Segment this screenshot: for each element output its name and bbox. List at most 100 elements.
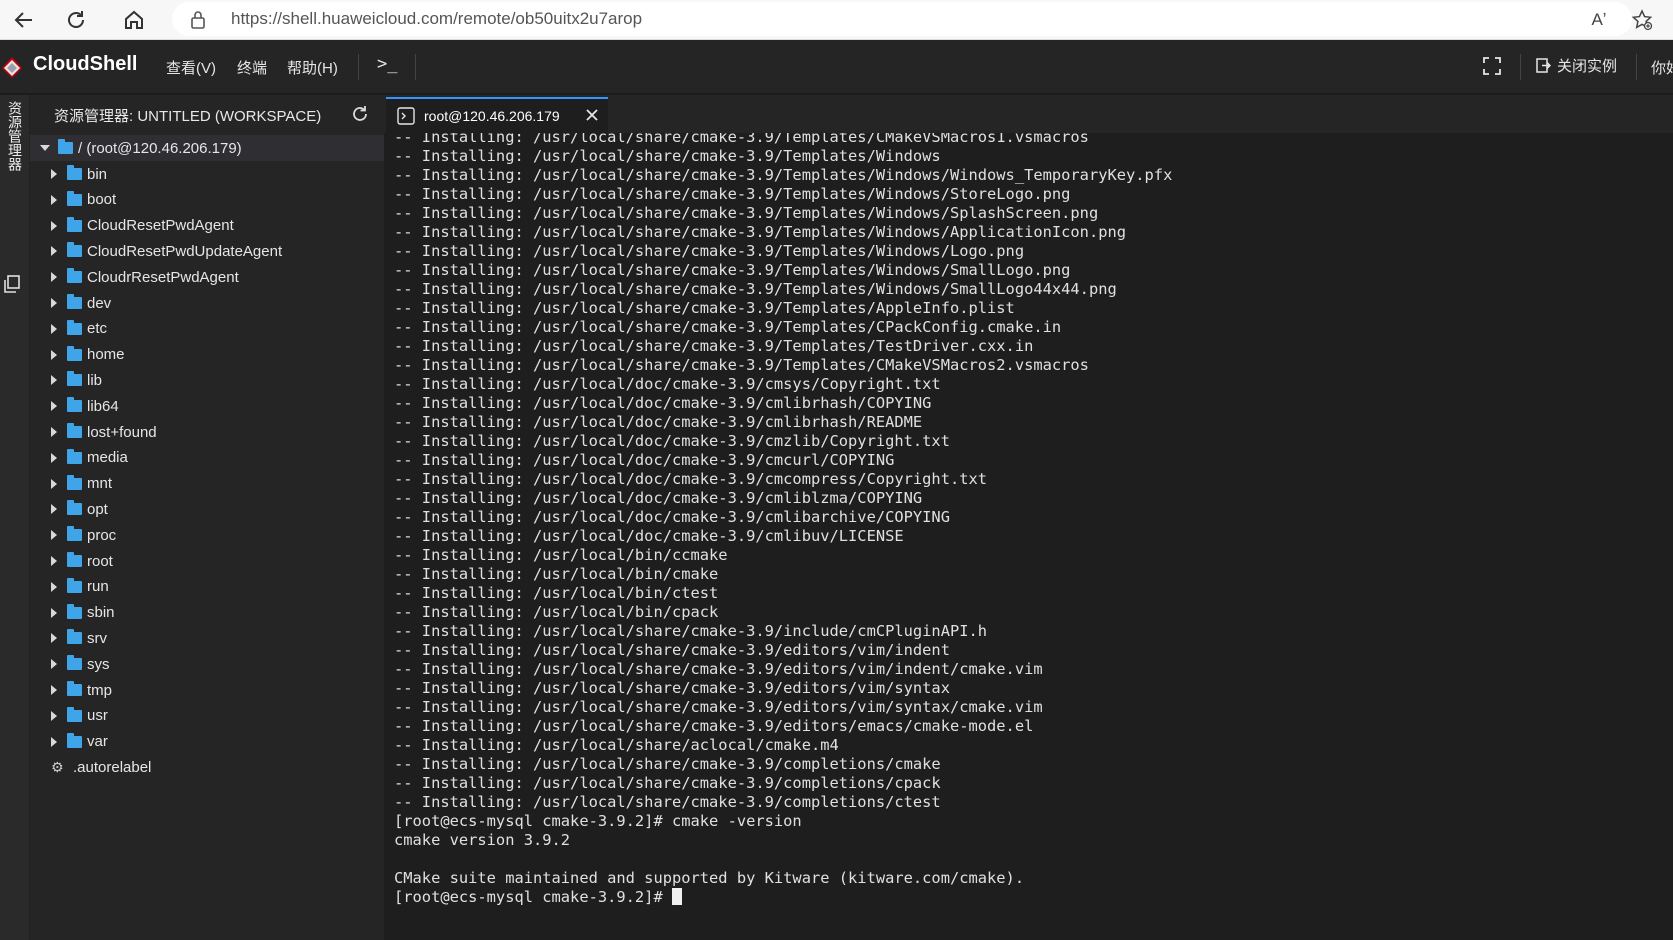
menu-view[interactable]: 查看(V) bbox=[166, 57, 216, 78]
tree-folder[interactable]: run bbox=[30, 574, 384, 600]
tree-folder[interactable]: CloudResetPwdAgent bbox=[30, 213, 384, 239]
tree-folder[interactable]: mnt bbox=[30, 471, 384, 497]
explorer-activity-tab[interactable]: 资源管理器 bbox=[2, 101, 23, 171]
chevron-right-icon[interactable] bbox=[51, 427, 57, 437]
terminal-line: -- Installing: /usr/local/doc/cmake-3.9/… bbox=[394, 527, 1172, 546]
tree-folder-label: var bbox=[87, 733, 108, 751]
lock-icon[interactable] bbox=[190, 10, 206, 34]
tree-folder-label: run bbox=[87, 578, 109, 596]
tree-folder[interactable]: CloudrResetPwdAgent bbox=[30, 264, 384, 290]
chevron-right-icon[interactable] bbox=[51, 607, 57, 618]
terminal-line: -- Installing: /usr/local/bin/cmake bbox=[394, 565, 1172, 584]
chevron-right-icon[interactable] bbox=[51, 685, 57, 695]
chevron-right-icon[interactable] bbox=[51, 581, 57, 592]
tree-folder[interactable]: boot bbox=[30, 187, 384, 213]
tree-folder-label: usr bbox=[87, 707, 108, 725]
chevron-right-icon[interactable] bbox=[51, 349, 57, 360]
tree-folder[interactable]: dev bbox=[30, 290, 384, 316]
close-icon[interactable] bbox=[584, 107, 600, 123]
folder-icon bbox=[67, 577, 82, 593]
terminal-line-text: -- Installing: /usr/local/share/cmake-3.… bbox=[394, 774, 941, 792]
folder-icon bbox=[67, 165, 82, 180]
chevron-right-icon[interactable] bbox=[51, 323, 57, 334]
terminal-output[interactable]: -- Installing: /usr/local/share/cmake-3.… bbox=[394, 133, 1172, 907]
terminal-line-text: -- Installing: /usr/local/share/cmake-3.… bbox=[394, 147, 941, 165]
tree-folder[interactable]: sbin bbox=[30, 600, 384, 626]
menu-terminal[interactable]: 终端 bbox=[237, 57, 267, 78]
chevron-right-icon[interactable] bbox=[51, 375, 57, 386]
terminal-line-text: -- Installing: /usr/local/share/cmake-3.… bbox=[394, 660, 1043, 678]
chevron-right-icon[interactable] bbox=[51, 659, 57, 670]
chevron-right-icon[interactable] bbox=[51, 710, 57, 721]
folder-icon bbox=[67, 423, 82, 438]
chevron-right-icon[interactable] bbox=[51, 452, 57, 463]
copy-icon[interactable] bbox=[4, 275, 20, 293]
chevron-right-icon[interactable] bbox=[51, 220, 57, 231]
folder-icon bbox=[67, 655, 82, 671]
tree-folder[interactable]: opt bbox=[30, 496, 384, 522]
tree-folder[interactable]: media bbox=[30, 445, 384, 471]
refresh-icon[interactable] bbox=[350, 104, 370, 124]
user-greeting[interactable]: 你好 bbox=[1651, 57, 1673, 78]
chevron-right-icon[interactable] bbox=[51, 478, 57, 489]
chevron-right-icon[interactable] bbox=[51, 633, 57, 644]
explorer-header: 资源管理器: UNTITLED (WORKSPACE) bbox=[30, 95, 384, 135]
fullscreen-icon[interactable] bbox=[1482, 56, 1502, 76]
terminal-line: -- Installing: /usr/local/bin/cpack bbox=[394, 603, 1172, 622]
chevron-right-icon[interactable] bbox=[51, 194, 57, 205]
tree-file[interactable]: ⚙ .autorelabel bbox=[30, 754, 384, 780]
gear-icon: ⚙ bbox=[51, 758, 64, 775]
tree-folder[interactable]: usr bbox=[30, 703, 384, 729]
tree-root-label: / (root@120.46.206.179) bbox=[78, 139, 242, 157]
chevron-right-icon[interactable] bbox=[51, 246, 57, 257]
tree-folder[interactable]: lost+found bbox=[30, 419, 384, 445]
chevron-right-icon[interactable] bbox=[51, 504, 57, 515]
folder-icon bbox=[67, 371, 82, 387]
tree-folder[interactable]: srv bbox=[30, 625, 384, 651]
chevron-down-icon[interactable] bbox=[40, 145, 50, 151]
tree-folder[interactable]: CloudResetPwdUpdateAgent bbox=[30, 238, 384, 264]
chevron-right-icon[interactable] bbox=[51, 556, 57, 566]
terminal-line: -- Installing: /usr/local/bin/ctest bbox=[394, 584, 1172, 603]
favorite-icon[interactable] bbox=[1630, 8, 1654, 32]
tree-folder[interactable]: lib bbox=[30, 367, 384, 393]
url-text[interactable]: https://shell.huaweicloud.com/remote/ob5… bbox=[231, 9, 642, 29]
terminal-prompt-icon[interactable]: >_ bbox=[377, 54, 397, 74]
close-instance-button[interactable]: 关闭实例 bbox=[1536, 55, 1617, 76]
tree-folder[interactable]: proc bbox=[30, 522, 384, 548]
chevron-right-icon[interactable] bbox=[51, 530, 57, 541]
terminal-line-text: -- Installing: /usr/local/share/cmake-3.… bbox=[394, 717, 1034, 735]
brand-title: CloudShell bbox=[33, 53, 138, 75]
tree-folder[interactable]: bin bbox=[30, 161, 384, 187]
tree-folder[interactable]: lib64 bbox=[30, 393, 384, 419]
terminal-line: -- Installing: /usr/local/share/cmake-3.… bbox=[394, 280, 1172, 299]
menu-help[interactable]: 帮助(H) bbox=[287, 57, 338, 78]
tree-folder[interactable]: tmp bbox=[30, 677, 384, 703]
read-aloud-icon[interactable]: Aʼ bbox=[1587, 8, 1611, 32]
tree-folder[interactable]: home bbox=[30, 342, 384, 368]
tree-folder-label: CloudResetPwdUpdateAgent bbox=[87, 242, 283, 260]
tree-folder[interactable]: var bbox=[30, 729, 384, 755]
chevron-right-icon[interactable] bbox=[51, 401, 57, 412]
divider bbox=[415, 54, 416, 80]
tab-label: root@120.46.206.179 bbox=[424, 108, 560, 124]
tab-terminal[interactable]: root@120.46.206.179 bbox=[386, 97, 608, 133]
chevron-right-icon[interactable] bbox=[51, 298, 57, 308]
back-icon[interactable] bbox=[8, 4, 40, 36]
tree-folder[interactable]: sys bbox=[30, 651, 384, 677]
close-instance-label: 关闭实例 bbox=[1557, 58, 1618, 75]
chevron-right-icon[interactable] bbox=[51, 736, 57, 747]
terminal-line: -- Installing: /usr/local/doc/cmake-3.9/… bbox=[394, 489, 1172, 508]
terminal-line: -- Installing: /usr/local/share/cmake-3.… bbox=[394, 147, 1172, 166]
tree-folder[interactable]: root bbox=[30, 548, 384, 574]
terminal-panel[interactable]: -- Installing: /usr/local/share/cmake-3.… bbox=[384, 133, 1673, 940]
reload-icon[interactable] bbox=[60, 4, 92, 36]
address-bar[interactable]: https://shell.huaweicloud.com/remote/ob5… bbox=[172, 2, 1653, 36]
chevron-right-icon[interactable] bbox=[51, 272, 57, 283]
chevron-right-icon[interactable] bbox=[51, 169, 57, 179]
tree-folder[interactable]: etc bbox=[30, 316, 384, 342]
terminal-line-text: -- Installing: /usr/local/share/cmake-3.… bbox=[394, 261, 1071, 279]
terminal-line: [root@ecs-mysql cmake-3.9.2]# cmake -ver… bbox=[394, 812, 1172, 831]
home-icon[interactable] bbox=[118, 4, 150, 36]
tree-root[interactable]: / (root@120.46.206.179) bbox=[30, 135, 384, 161]
